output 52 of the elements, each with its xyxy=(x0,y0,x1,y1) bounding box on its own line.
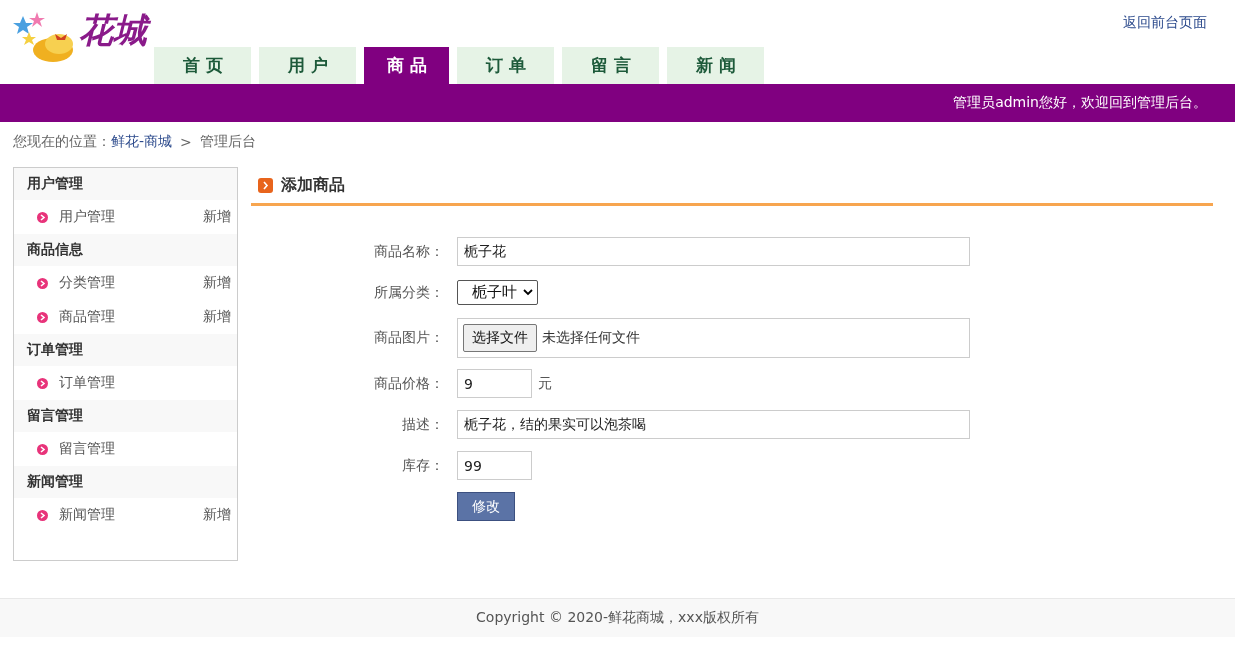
nav-tab[interactable]: 留言 xyxy=(562,47,659,84)
nav-tab[interactable]: 订单 xyxy=(457,47,554,84)
field-label: 商品价格： xyxy=(373,374,445,393)
breadcrumb-separator: > xyxy=(180,134,192,150)
choose-file-button[interactable]: 选择文件 xyxy=(463,324,537,352)
sidebar-item[interactable]: 用户管理 xyxy=(59,208,203,226)
bullet-arrow-icon xyxy=(37,211,48,223)
sidebar-item[interactable]: 商品管理 xyxy=(59,308,203,326)
bullet-arrow-icon xyxy=(37,509,48,521)
bullet-arrow-icon xyxy=(37,277,48,289)
sidebar-group-title: 留言管理 xyxy=(14,400,237,432)
nav-tab[interactable]: 用户 xyxy=(259,47,356,84)
breadcrumb-current: 管理后台 xyxy=(199,133,256,151)
panel-title: 添加商品 xyxy=(281,174,345,196)
footer-copyright: Copyright © 2020-鲜花商城，xxx版权所有 xyxy=(476,609,759,627)
sidebar-item[interactable]: 新闻管理 xyxy=(59,506,203,524)
nav-tab[interactable]: 首页 xyxy=(154,47,251,84)
field-label: 库存： xyxy=(401,456,445,475)
chevron-down-icon xyxy=(523,289,533,296)
sidebar-group-title: 新闻管理 xyxy=(14,466,237,498)
bullet-arrow-icon xyxy=(37,377,48,389)
field-label: 商品名称： xyxy=(373,242,445,261)
bullet-arrow-icon xyxy=(37,311,48,323)
sidebar-item[interactable]: 订单管理 xyxy=(59,374,231,392)
breadcrumb-link[interactable]: 鲜花-商城 xyxy=(111,133,173,151)
breadcrumb-label: 您现在的位置： xyxy=(13,133,111,151)
sidebar-group-title: 订单管理 xyxy=(14,334,237,366)
sidebar-item[interactable]: 分类管理 xyxy=(59,274,203,292)
welcome-text: 管理员admin您好，欢迎回到管理后台。 xyxy=(953,94,1207,112)
file-status: 未选择任何文件 xyxy=(542,329,640,347)
input-field[interactable]: 9 xyxy=(457,369,532,398)
field-label: 商品图片： xyxy=(373,329,445,347)
field-label: 描述： xyxy=(401,415,445,434)
return-link[interactable]: 返回前台页面 xyxy=(1123,14,1207,32)
add-link[interactable]: 新增 xyxy=(203,208,231,226)
nav-tab[interactable]: 新闻 xyxy=(667,47,764,84)
sidebar-item[interactable]: 留言管理 xyxy=(59,440,231,458)
bullet-arrow-icon xyxy=(37,443,48,455)
unit-label: 元 xyxy=(538,374,552,393)
add-link[interactable]: 新增 xyxy=(203,274,231,292)
field-label: 所属分类： xyxy=(373,283,445,302)
arrow-square-icon xyxy=(258,177,273,193)
input-field[interactable]: 栀子花 xyxy=(457,237,970,266)
input-field[interactable]: 栀子花，结的果实可以泡茶喝 xyxy=(457,410,970,439)
add-link[interactable]: 新增 xyxy=(203,308,231,326)
category-select[interactable]: 栀子叶 xyxy=(457,280,538,305)
add-link[interactable]: 新增 xyxy=(203,506,231,524)
submit-button[interactable]: 修改 xyxy=(457,492,515,521)
sidebar-group-title: 商品信息 xyxy=(14,234,237,266)
input-field[interactable]: 99 xyxy=(457,451,532,480)
sidebar-group-title: 用户管理 xyxy=(14,168,237,200)
nav-tab[interactable]: 商品 xyxy=(364,47,449,84)
